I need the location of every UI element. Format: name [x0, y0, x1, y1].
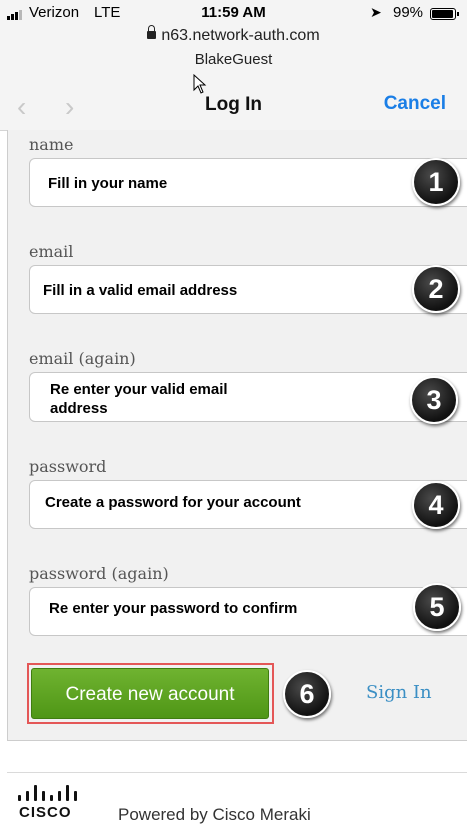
email-field[interactable]: Fill in a valid email address: [29, 265, 467, 314]
password-label: password: [29, 457, 107, 476]
signup-form-card: [7, 130, 467, 741]
powered-by-text: Powered by Cisco Meraki: [118, 805, 311, 824]
name-field[interactable]: Fill in your name: [29, 158, 467, 207]
password-again-label: password (again): [29, 564, 169, 583]
email-again-field[interactable]: Re enter your valid email address: [29, 372, 467, 422]
email-again-field-instruction: Re enter your valid email address: [50, 381, 228, 417]
step-4-badge: 4: [412, 481, 460, 529]
network-ssid: BlakeGuest: [194, 51, 273, 68]
url-bar: n63.network-auth.com: [0, 24, 467, 45]
step-5-badge: 5: [413, 583, 461, 631]
email-field-instruction: Fill in a valid email address: [43, 282, 238, 299]
password-again-field[interactable]: Re enter your password to confirm: [29, 587, 467, 636]
step-1-badge: 1: [412, 158, 460, 206]
name-field-instruction: Fill in your name: [48, 175, 168, 192]
password-field-instruction: Create a password for your account: [45, 494, 301, 511]
lock-icon: [147, 24, 157, 39]
mouse-cursor-icon: [193, 74, 207, 94]
password-field[interactable]: Create a password for your account: [29, 480, 467, 529]
email-label: email: [29, 242, 74, 261]
cancel-button[interactable]: Cancel: [384, 93, 446, 115]
location-arrow-icon: ➤: [370, 4, 382, 20]
footer-divider: [7, 772, 467, 773]
browser-chrome: Verizon LTE 11:59 AM ➤ 99% n63.network-a…: [0, 0, 467, 131]
create-account-button[interactable]: Create new account: [31, 668, 269, 719]
cisco-logo-icon: [18, 785, 78, 801]
email-again-label: email (again): [29, 349, 136, 368]
status-bar: Verizon LTE 11:59 AM ➤ 99%: [0, 4, 467, 24]
sign-in-link[interactable]: Sign In: [366, 682, 432, 703]
cisco-wordmark: CISCO: [19, 804, 72, 821]
battery-percent: 99%: [393, 4, 424, 21]
password-again-field-instruction: Re enter your password to confirm: [49, 600, 298, 617]
step-6-badge: 6: [283, 670, 331, 718]
step-2-badge: 2: [412, 265, 460, 313]
battery-icon: [430, 8, 459, 20]
url-text: n63.network-auth.com: [161, 27, 320, 44]
name-label: name: [29, 135, 74, 154]
step-3-badge: 3: [410, 376, 458, 424]
